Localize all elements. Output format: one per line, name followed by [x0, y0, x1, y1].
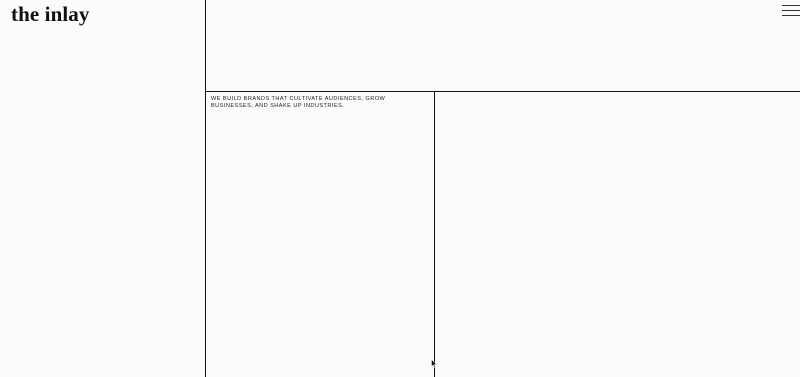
- grid-divider-vertical-left: [205, 0, 206, 377]
- hamburger-icon[interactable]: [782, 4, 800, 18]
- menu-bar-middle: [782, 10, 800, 11]
- page: the inlay WE BUILD BRANDS THAT CULTIVATE…: [0, 0, 800, 377]
- mouse-cursor-icon: [431, 359, 437, 368]
- grid-divider-horizontal: [205, 91, 800, 92]
- logo[interactable]: the inlay: [11, 1, 90, 27]
- menu-bar-bottom: [782, 15, 800, 16]
- grid-divider-vertical-middle: [434, 91, 435, 377]
- menu-bar-top: [782, 5, 800, 6]
- tagline: WE BUILD BRANDS THAT CULTIVATE AUDIENCES…: [211, 96, 386, 109]
